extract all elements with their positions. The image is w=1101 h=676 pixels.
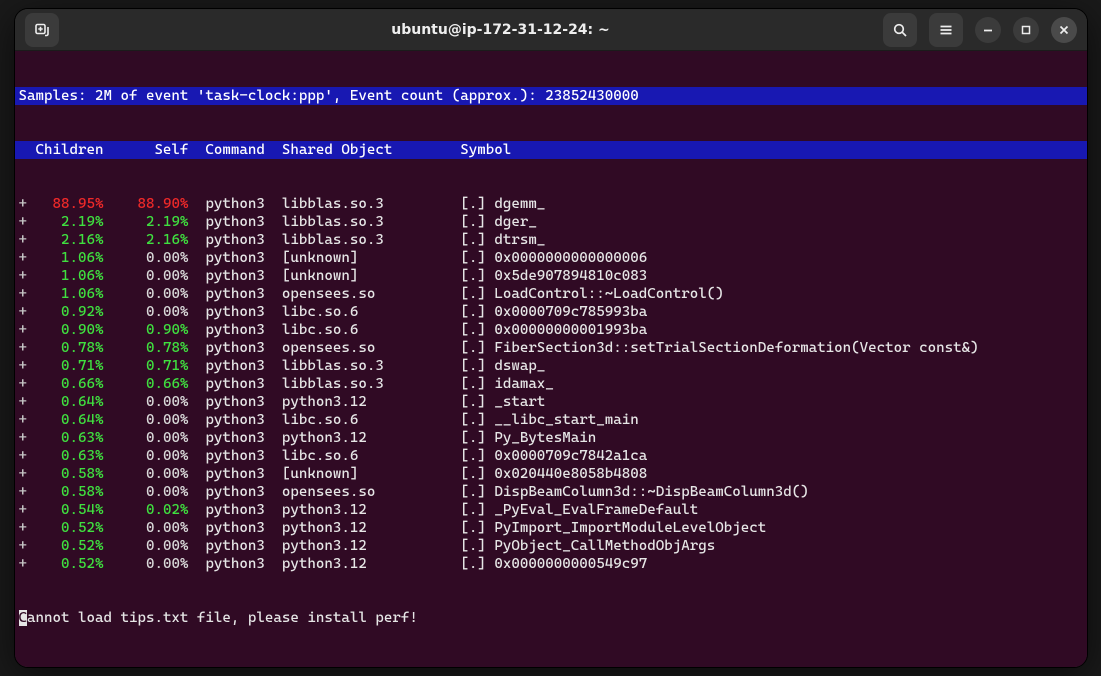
perf-row[interactable]: + 2.19% 2.19% python3 libblas.so.3 [.] d… <box>15 213 1087 231</box>
perf-row[interactable]: + 0.90% 0.90% python3 libc.so.6 [.] 0x00… <box>15 321 1087 339</box>
close-button[interactable] <box>1051 17 1077 43</box>
maximize-icon <box>1020 24 1032 36</box>
perf-row[interactable]: + 0.71% 0.71% python3 libblas.so.3 [.] d… <box>15 357 1087 375</box>
close-icon <box>1058 24 1070 36</box>
perf-row[interactable]: + 0.52% 0.00% python3 python3.12 [.] PyO… <box>15 537 1087 555</box>
columns-header: Children Self Command Shared Object Symb… <box>15 141 1087 159</box>
footer-text: annot load tips.txt file, please install… <box>27 610 418 626</box>
perf-row[interactable]: + 0.54% 0.02% python3 python3.12 [.] _Py… <box>15 501 1087 519</box>
perf-row[interactable]: + 0.64% 0.00% python3 python3.12 [.] _st… <box>15 393 1087 411</box>
menu-button[interactable] <box>929 13 963 47</box>
hamburger-icon <box>938 22 954 38</box>
terminal-window: ubuntu@ip-172-31-12-24: ~ <box>14 8 1088 668</box>
titlebar: ubuntu@ip-172-31-12-24: ~ <box>15 9 1087 51</box>
perf-row[interactable]: + 0.58% 0.00% python3 [unknown] [.] 0x02… <box>15 465 1087 483</box>
terminal-body[interactable]: Samples: 2M of event 'task-clock:ppp', E… <box>15 51 1087 667</box>
footer-line: Cannot load tips.txt file, please instal… <box>15 609 1087 627</box>
samples-line: Samples: 2M of event 'task-clock:ppp', E… <box>15 87 1087 105</box>
perf-row[interactable]: + 88.95% 88.90% python3 libblas.so.3 [.]… <box>15 195 1087 213</box>
perf-row[interactable]: + 0.66% 0.66% python3 libblas.so.3 [.] i… <box>15 375 1087 393</box>
perf-rows: + 88.95% 88.90% python3 libblas.so.3 [.]… <box>15 195 1087 573</box>
perf-row[interactable]: + 1.06% 0.00% python3 [unknown] [.] 0x5d… <box>15 267 1087 285</box>
new-tab-button[interactable] <box>25 13 59 47</box>
maximize-button[interactable] <box>1013 17 1039 43</box>
perf-row[interactable]: + 1.06% 0.00% python3 opensees.so [.] Lo… <box>15 285 1087 303</box>
perf-row[interactable]: + 1.06% 0.00% python3 [unknown] [.] 0x00… <box>15 249 1087 267</box>
perf-row[interactable]: + 0.78% 0.78% python3 opensees.so [.] Fi… <box>15 339 1087 357</box>
search-icon <box>892 22 908 38</box>
cursor: C <box>19 610 28 626</box>
perf-row[interactable]: + 0.58% 0.00% python3 opensees.so [.] Di… <box>15 483 1087 501</box>
minimize-icon <box>982 24 994 36</box>
perf-row[interactable]: + 2.16% 2.16% python3 libblas.so.3 [.] d… <box>15 231 1087 249</box>
minimize-button[interactable] <box>975 17 1001 43</box>
perf-row[interactable]: + 0.64% 0.00% python3 libc.so.6 [.] __li… <box>15 411 1087 429</box>
search-button[interactable] <box>883 13 917 47</box>
perf-row[interactable]: + 0.63% 0.00% python3 python3.12 [.] Py_… <box>15 429 1087 447</box>
window-title: ubuntu@ip-172-31-12-24: ~ <box>145 21 857 39</box>
perf-row[interactable]: + 0.92% 0.00% python3 libc.so.6 [.] 0x00… <box>15 303 1087 321</box>
perf-row[interactable]: + 0.52% 0.00% python3 python3.12 [.] 0x0… <box>15 555 1087 573</box>
perf-row[interactable]: + 0.63% 0.00% python3 libc.so.6 [.] 0x00… <box>15 447 1087 465</box>
perf-row[interactable]: + 0.52% 0.00% python3 python3.12 [.] PyI… <box>15 519 1087 537</box>
